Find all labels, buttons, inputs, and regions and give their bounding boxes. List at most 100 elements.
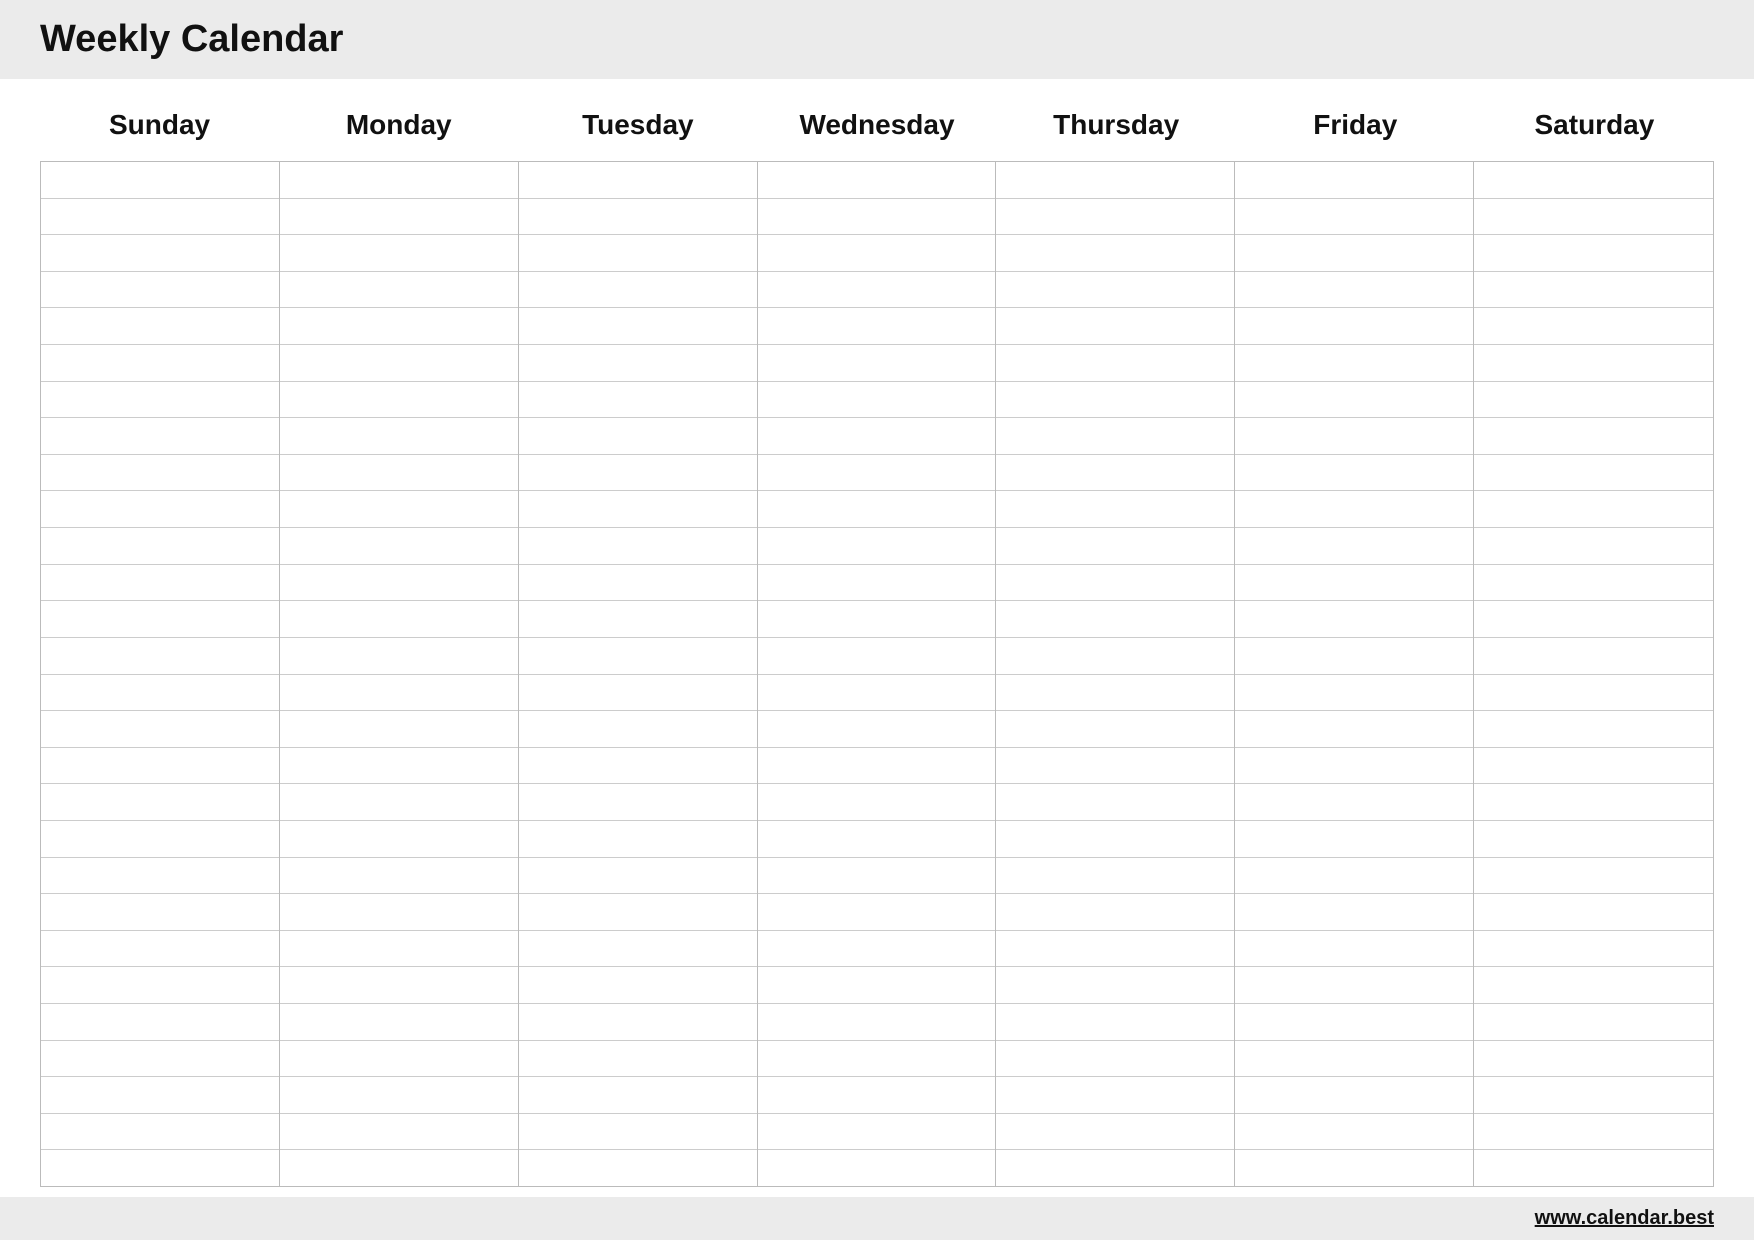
time-row[interactable] xyxy=(1235,162,1473,199)
time-row[interactable] xyxy=(41,162,279,199)
time-row[interactable] xyxy=(758,1077,996,1114)
time-row[interactable] xyxy=(1474,162,1713,199)
time-row[interactable] xyxy=(1474,1077,1713,1114)
time-row[interactable] xyxy=(758,1041,996,1078)
time-row[interactable] xyxy=(41,821,279,858)
time-row[interactable] xyxy=(280,858,518,895)
time-row[interactable] xyxy=(1235,565,1473,602)
time-row[interactable] xyxy=(280,711,518,748)
time-row[interactable] xyxy=(758,162,996,199)
time-row[interactable] xyxy=(280,491,518,528)
time-row[interactable] xyxy=(758,272,996,309)
time-row[interactable] xyxy=(1474,931,1713,968)
time-row[interactable] xyxy=(996,565,1234,602)
time-row[interactable] xyxy=(1474,235,1713,272)
time-row[interactable] xyxy=(519,1004,757,1041)
time-row[interactable] xyxy=(758,235,996,272)
time-row[interactable] xyxy=(280,1150,518,1186)
time-row[interactable] xyxy=(996,638,1234,675)
time-row[interactable] xyxy=(1235,748,1473,785)
time-row[interactable] xyxy=(758,675,996,712)
time-row[interactable] xyxy=(280,967,518,1004)
time-row[interactable] xyxy=(1474,418,1713,455)
time-row[interactable] xyxy=(1474,528,1713,565)
time-row[interactable] xyxy=(41,748,279,785)
time-row[interactable] xyxy=(41,638,279,675)
time-row[interactable] xyxy=(1235,711,1473,748)
time-row[interactable] xyxy=(1235,199,1473,236)
time-row[interactable] xyxy=(1235,382,1473,419)
time-row[interactable] xyxy=(996,1004,1234,1041)
time-row[interactable] xyxy=(41,1150,279,1186)
time-row[interactable] xyxy=(41,1041,279,1078)
time-row[interactable] xyxy=(41,491,279,528)
time-row[interactable] xyxy=(519,784,757,821)
time-row[interactable] xyxy=(758,1150,996,1186)
time-row[interactable] xyxy=(280,345,518,382)
time-row[interactable] xyxy=(280,675,518,712)
time-row[interactable] xyxy=(1474,272,1713,309)
time-row[interactable] xyxy=(996,272,1234,309)
day-column-friday[interactable] xyxy=(1235,162,1474,1186)
time-row[interactable] xyxy=(1474,455,1713,492)
time-row[interactable] xyxy=(1235,1114,1473,1151)
time-row[interactable] xyxy=(280,601,518,638)
time-row[interactable] xyxy=(519,931,757,968)
time-row[interactable] xyxy=(1474,748,1713,785)
time-row[interactable] xyxy=(280,199,518,236)
day-column-monday[interactable] xyxy=(280,162,519,1186)
time-row[interactable] xyxy=(1474,675,1713,712)
time-row[interactable] xyxy=(280,382,518,419)
time-row[interactable] xyxy=(758,528,996,565)
day-column-sunday[interactable] xyxy=(41,162,280,1186)
time-row[interactable] xyxy=(280,308,518,345)
time-row[interactable] xyxy=(1235,272,1473,309)
time-row[interactable] xyxy=(1474,345,1713,382)
time-row[interactable] xyxy=(519,308,757,345)
time-row[interactable] xyxy=(519,894,757,931)
time-row[interactable] xyxy=(280,821,518,858)
time-row[interactable] xyxy=(996,1114,1234,1151)
time-row[interactable] xyxy=(758,894,996,931)
time-row[interactable] xyxy=(41,931,279,968)
time-row[interactable] xyxy=(280,272,518,309)
time-row[interactable] xyxy=(519,967,757,1004)
time-row[interactable] xyxy=(1474,565,1713,602)
time-row[interactable] xyxy=(996,345,1234,382)
time-row[interactable] xyxy=(41,382,279,419)
time-row[interactable] xyxy=(1474,601,1713,638)
time-row[interactable] xyxy=(1474,1041,1713,1078)
time-row[interactable] xyxy=(758,565,996,602)
time-row[interactable] xyxy=(519,235,757,272)
time-row[interactable] xyxy=(758,491,996,528)
time-row[interactable] xyxy=(280,784,518,821)
time-row[interactable] xyxy=(280,1077,518,1114)
time-row[interactable] xyxy=(1235,418,1473,455)
time-row[interactable] xyxy=(996,858,1234,895)
time-row[interactable] xyxy=(758,308,996,345)
footer-link[interactable]: www.calendar.best xyxy=(1535,1207,1714,1230)
time-row[interactable] xyxy=(996,308,1234,345)
time-row[interactable] xyxy=(41,235,279,272)
time-row[interactable] xyxy=(519,455,757,492)
time-row[interactable] xyxy=(996,491,1234,528)
time-row[interactable] xyxy=(1474,382,1713,419)
time-row[interactable] xyxy=(519,382,757,419)
time-row[interactable] xyxy=(519,711,757,748)
time-row[interactable] xyxy=(996,601,1234,638)
time-row[interactable] xyxy=(519,1041,757,1078)
time-row[interactable] xyxy=(41,1114,279,1151)
time-row[interactable] xyxy=(1474,894,1713,931)
time-row[interactable] xyxy=(758,967,996,1004)
time-row[interactable] xyxy=(1235,308,1473,345)
time-row[interactable] xyxy=(41,675,279,712)
time-row[interactable] xyxy=(41,455,279,492)
time-row[interactable] xyxy=(996,784,1234,821)
time-row[interactable] xyxy=(996,675,1234,712)
time-row[interactable] xyxy=(1474,1114,1713,1151)
time-row[interactable] xyxy=(1235,967,1473,1004)
time-row[interactable] xyxy=(519,565,757,602)
time-row[interactable] xyxy=(1235,491,1473,528)
time-row[interactable] xyxy=(1235,638,1473,675)
time-row[interactable] xyxy=(519,418,757,455)
